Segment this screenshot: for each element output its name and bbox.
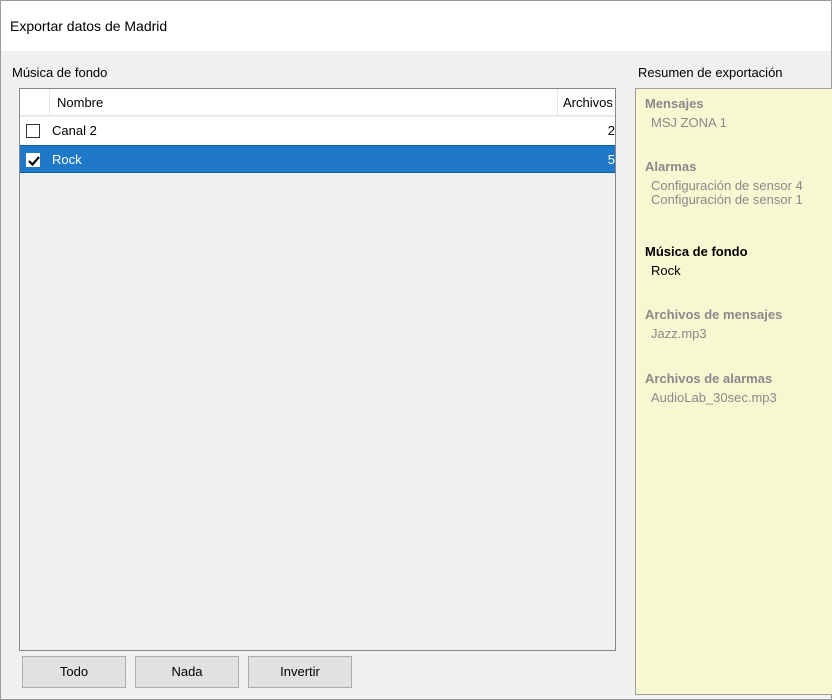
summary-item: MSJ ZONA 1 [651, 115, 727, 130]
row-file-count: 2 [607, 123, 615, 138]
list-row-canal-2[interactable]: Canal 2 2 [20, 117, 615, 145]
summary-group-alarm-files: Archivos de alarmas AudioLab_30sec.mp3 [645, 371, 777, 405]
row-name: Canal 2 [52, 123, 97, 138]
list-row-rock[interactable]: Rock 5 [20, 145, 615, 173]
checkmark-icon [28, 156, 40, 167]
summary-group-message-files: Archivos de mensajes Jazz.mp3 [645, 307, 782, 341]
row-name: Rock [52, 152, 82, 167]
summary-group-title: Archivos de mensajes [645, 307, 783, 322]
summary-group-title: Música de fondo [645, 244, 748, 259]
export-summary-panel: Mensajes MSJ ZONA 1 Alarmas Configuració… [635, 88, 832, 695]
summary-item: AudioLab_30sec.mp3 [651, 390, 777, 405]
summary-item: Configuración de sensor 4 [651, 178, 803, 193]
summary-item: Configuración de sensor 1 [651, 192, 803, 207]
column-header-name[interactable]: Nombre [51, 89, 558, 116]
list-header: Nombre Archivos [20, 89, 615, 116]
row-file-count: 5 [607, 152, 615, 167]
invert-selection-button[interactable]: Invertir [248, 656, 352, 688]
column-header-files[interactable]: Archivos [559, 89, 615, 116]
column-header-check[interactable] [20, 89, 50, 116]
title-bar: Exportar datos de Madrid [1, 1, 831, 51]
summary-item: Jazz.mp3 [651, 326, 707, 341]
row-checkbox[interactable] [26, 124, 40, 138]
summary-item: Rock [651, 263, 681, 278]
background-music-label: Música de fondo [12, 65, 108, 80]
summary-group-title: Archivos de alarmas [645, 371, 773, 386]
window-title: Exportar datos de Madrid [10, 18, 168, 34]
summary-group-title: Alarmas [645, 159, 697, 174]
summary-group-title: Mensajes [645, 96, 704, 111]
export-dialog: Exportar datos de Madrid Música de fondo… [0, 0, 832, 700]
summary-group-alarms: Alarmas Configuración de sensor 4 Config… [645, 159, 803, 207]
summary-group-messages: Mensajes MSJ ZONA 1 [645, 96, 727, 130]
row-checkbox-checked[interactable] [26, 153, 40, 167]
export-summary-label: Resumen de exportación [638, 65, 783, 80]
select-all-button[interactable]: Todo [22, 656, 126, 688]
background-music-list[interactable]: Nombre Archivos Canal 2 2 Rock 5 [19, 88, 616, 651]
summary-group-background-music: Música de fondo Rock [645, 244, 748, 278]
select-none-button[interactable]: Nada [135, 656, 239, 688]
